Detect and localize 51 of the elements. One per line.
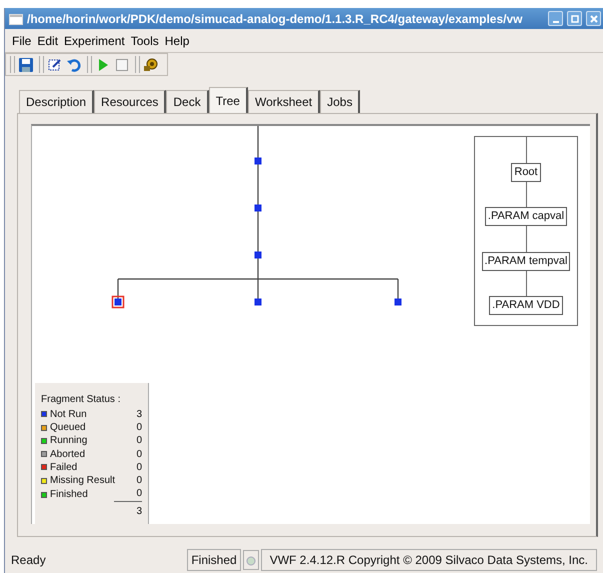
tab[interactable]: Description <box>19 90 94 113</box>
tab[interactable]: Resources <box>94 90 166 113</box>
legend-count: 0 <box>136 448 142 461</box>
maximize-icon <box>570 14 580 24</box>
tree-node[interactable] <box>112 296 124 308</box>
legend-title: Fragment Status : <box>41 393 122 407</box>
legend-label: Running <box>50 434 88 448</box>
legend-label: Failed <box>50 460 78 474</box>
maximize-button[interactable] <box>567 11 582 26</box>
legend-total: 3 <box>136 504 142 518</box>
tab[interactable]: Worksheet <box>248 90 320 113</box>
close-button[interactable] <box>586 11 601 26</box>
minimize-button[interactable] <box>548 11 563 26</box>
legend-count: 0 <box>136 420 142 434</box>
tree-node[interactable] <box>254 158 262 164</box>
param-node: Root <box>511 162 541 182</box>
param-node: .PARAM VDD <box>489 296 563 315</box>
legend-count: 0 <box>114 487 142 502</box>
param-node: .PARAM tempval <box>482 252 570 270</box>
legend-count: 0 <box>136 474 142 488</box>
legend-label: Finished <box>50 488 89 502</box>
menu-item[interactable]: File <box>9 32 34 50</box>
tree-node[interactable] <box>254 204 262 212</box>
legend-label: Not Run <box>50 408 88 421</box>
status-message: Ready <box>11 552 47 569</box>
legend-label: Missing Result <box>50 474 116 488</box>
led-icon <box>246 554 256 568</box>
legend-count: 0 <box>136 460 142 474</box>
tree-node[interactable] <box>254 298 262 306</box>
close-icon <box>588 14 598 24</box>
window-title: /home/horin/work/PDK/demo/simucad-analog-demo/1.1.3.R_RC4/gateway/examples/vw <box>27 10 524 28</box>
tree-node[interactable] <box>394 298 402 306</box>
copyright-text: VWF 2.4.12.R Copyright © 2009 Silvaco Data Systems, Inc. <box>260 549 597 571</box>
menu-item[interactable]: Tools <box>128 32 162 50</box>
gear-button[interactable] <box>143 56 159 74</box>
minimize-icon <box>552 20 558 22</box>
tab[interactable]: Jobs <box>320 90 360 113</box>
legend-count: 3 <box>136 408 142 421</box>
save-button[interactable] <box>18 56 34 74</box>
window-icon <box>9 14 23 25</box>
status-state: Finished <box>187 549 241 571</box>
legend-count: 0 <box>136 434 142 448</box>
menu-item[interactable]: Help <box>162 32 192 50</box>
legend-label: Queued <box>50 420 87 434</box>
menu-item[interactable]: Experiment <box>61 32 128 50</box>
tab[interactable]: Tree <box>208 87 248 113</box>
tab[interactable]: Deck <box>166 90 209 113</box>
tree-node[interactable] <box>254 252 262 258</box>
menu-item[interactable]: Edit <box>34 32 62 50</box>
legend-label: Aborted <box>50 448 86 461</box>
param-node: .PARAM capval <box>484 207 568 226</box>
